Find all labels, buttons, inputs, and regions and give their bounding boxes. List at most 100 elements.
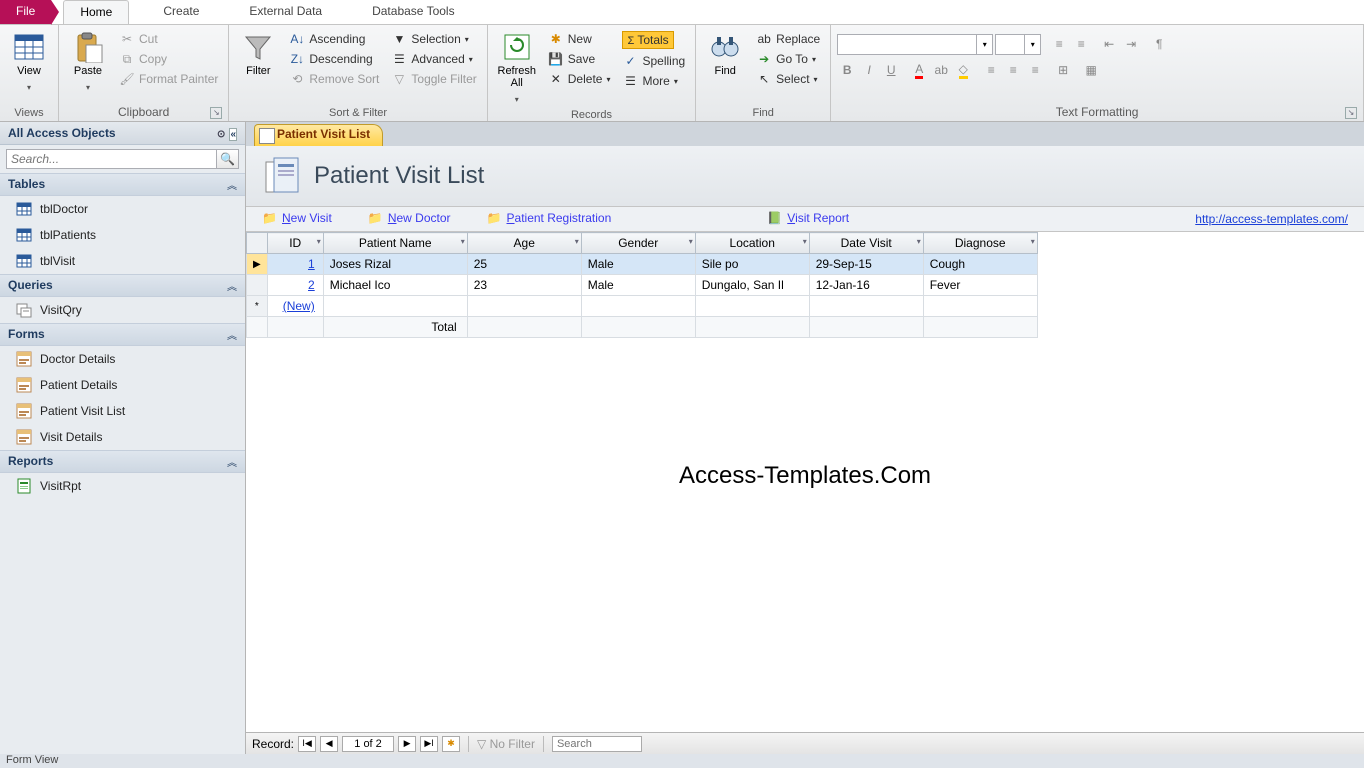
column-dropdown-icon[interactable]: ▾ <box>1031 237 1035 246</box>
clipboard-launcher[interactable]: ↘ <box>210 107 222 119</box>
last-record-button[interactable]: ▶I <box>420 736 438 752</box>
advanced-button[interactable]: ☰Advanced ▾ <box>387 49 480 69</box>
tab-database-tools[interactable]: Database Tools <box>356 0 471 24</box>
format-painter-button[interactable]: 🖌Format Painter <box>115 69 222 89</box>
nav-item[interactable]: Patient Details <box>0 372 245 398</box>
filter-indicator[interactable]: ▽ No Filter <box>477 737 535 751</box>
record-search-input[interactable] <box>552 736 642 752</box>
column-header[interactable]: Gender▾ <box>581 233 695 254</box>
refresh-all-button[interactable]: Refresh All <box>494 29 540 107</box>
column-dropdown-icon[interactable]: ▾ <box>689 237 693 246</box>
cell-id[interactable]: (New) <box>267 296 323 317</box>
column-dropdown-icon[interactable]: ▾ <box>317 237 321 246</box>
cell[interactable]: 25 <box>467 254 581 275</box>
column-dropdown-icon[interactable]: ▾ <box>917 237 921 246</box>
prev-record-button[interactable]: ◀ <box>320 736 338 752</box>
find-button[interactable]: Find <box>702 29 748 79</box>
nav-cat-forms[interactable]: Forms︽ <box>0 323 245 346</box>
first-record-button[interactable]: I◀ <box>298 736 316 752</box>
replace-button[interactable]: abReplace <box>752 29 824 49</box>
column-header[interactable]: Age▾ <box>467 233 581 254</box>
highlight-button[interactable]: ab <box>931 60 951 80</box>
select-button[interactable]: ↖Select ▾ <box>752 69 824 89</box>
italic-button[interactable]: I <box>859 60 879 80</box>
new-button[interactable]: ✱New <box>544 29 615 49</box>
doc-tab[interactable]: Patient Visit List <box>254 124 383 146</box>
column-header[interactable]: Date Visit▾ <box>809 233 923 254</box>
font-color-button[interactable]: A <box>909 60 929 80</box>
column-header[interactable]: ID▾ <box>267 233 323 254</box>
nav-item[interactable]: Patient Visit List <box>0 398 245 424</box>
row-selector[interactable]: ▶ <box>247 254 268 275</box>
new-visit-link[interactable]: 📁New Visit <box>262 211 332 227</box>
toggle-filter-button[interactable]: ▽Toggle Filter <box>387 69 480 89</box>
tab-file[interactable]: File <box>0 0 51 24</box>
remove-sort-button[interactable]: ⟲Remove Sort <box>285 69 383 89</box>
external-url-link[interactable]: http://access-templates.com/ <box>1195 212 1348 226</box>
cell[interactable]: Sile po <box>695 254 809 275</box>
cell[interactable]: Fever <box>923 275 1037 296</box>
align-center-button[interactable]: ≡ <box>1003 60 1023 80</box>
column-dropdown-icon[interactable]: ▾ <box>803 237 807 246</box>
underline-button[interactable]: U <box>881 60 901 80</box>
cell-id[interactable]: 1 <box>267 254 323 275</box>
delete-button[interactable]: ✕Delete ▾ <box>544 69 615 89</box>
nav-cat-reports[interactable]: Reports︽ <box>0 450 245 473</box>
indent-increase-button[interactable]: ⇥ <box>1121 34 1141 54</box>
fill-color-button[interactable]: ◇ <box>953 60 973 80</box>
font-combo[interactable]: ▾ <box>837 34 993 55</box>
gridlines-button[interactable]: ⊞ <box>1053 60 1073 80</box>
indent-decrease-button[interactable]: ⇤ <box>1099 34 1119 54</box>
next-record-button[interactable]: ▶ <box>398 736 416 752</box>
more-button[interactable]: ☰More ▾ <box>618 71 689 91</box>
cell[interactable]: Dungalo, San Il <box>695 275 809 296</box>
nav-item[interactable]: tblVisit <box>0 248 245 274</box>
new-row[interactable]: *(New) <box>247 296 1038 317</box>
font-size-combo[interactable]: ▾ <box>995 34 1041 55</box>
cell[interactable]: Male <box>581 254 695 275</box>
nav-item[interactable]: Visit Details <box>0 424 245 450</box>
numbering-button[interactable]: ≡ <box>1071 34 1091 54</box>
collapse-button[interactable]: « <box>229 128 237 141</box>
copy-button[interactable]: ⧉Copy <box>115 49 222 69</box>
goto-button[interactable]: ➔Go To ▾ <box>752 49 824 69</box>
textfmt-launcher[interactable]: ↘ <box>1345 107 1357 119</box>
ascending-button[interactable]: A↓Ascending <box>285 29 383 49</box>
row-selector[interactable]: * <box>247 296 268 317</box>
descending-button[interactable]: Z↓Descending <box>285 49 383 69</box>
cell[interactable]: 29-Sep-15 <box>809 254 923 275</box>
visit-report-link[interactable]: 📗Visit Report <box>767 211 849 227</box>
new-doctor-link[interactable]: 📁New Doctor <box>368 211 451 227</box>
column-dropdown-icon[interactable]: ▾ <box>575 237 579 246</box>
cell[interactable]: 23 <box>467 275 581 296</box>
search-input[interactable] <box>6 149 217 169</box>
cell-id[interactable]: 2 <box>267 275 323 296</box>
view-button[interactable]: View <box>6 29 52 95</box>
nav-item[interactable]: VisitRpt <box>0 473 245 499</box>
table-row[interactable]: ▶1Joses Rizal25MaleSile po29-Sep-15Cough <box>247 254 1038 275</box>
table-row[interactable]: 2Michael Ico23MaleDungalo, San Il12-Jan-… <box>247 275 1038 296</box>
cell[interactable]: Joses Rizal <box>323 254 467 275</box>
nav-item[interactable]: tblPatients <box>0 222 245 248</box>
text-direction-button[interactable]: ¶ <box>1149 34 1169 54</box>
selection-button[interactable]: ▼Selection ▾ <box>387 29 480 49</box>
spelling-button[interactable]: ✓Spelling <box>618 51 689 71</box>
alt-row-color-button[interactable]: ▦ <box>1081 60 1101 80</box>
filter-button[interactable]: Filter <box>235 29 281 79</box>
cut-button[interactable]: ✂Cut <box>115 29 222 49</box>
cell[interactable]: Cough <box>923 254 1037 275</box>
nav-header[interactable]: All Access Objects ⊙« <box>0 122 245 145</box>
tab-home[interactable]: Home <box>63 0 129 24</box>
totals-button[interactable]: Σ Totals <box>618 29 689 51</box>
chevron-down-icon[interactable]: ⊙ <box>217 129 225 140</box>
select-all-cell[interactable] <box>247 233 268 254</box>
column-header[interactable]: Location▾ <box>695 233 809 254</box>
tab-external-data[interactable]: External Data <box>233 0 338 24</box>
align-left-button[interactable]: ≡ <box>981 60 1001 80</box>
nav-cat-tables[interactable]: Tables︽ <box>0 173 245 196</box>
cell[interactable]: Male <box>581 275 695 296</box>
tab-create[interactable]: Create <box>147 0 215 24</box>
save-button[interactable]: 💾Save <box>544 49 615 69</box>
bold-button[interactable]: B <box>837 60 857 80</box>
nav-item[interactable]: tblDoctor <box>0 196 245 222</box>
